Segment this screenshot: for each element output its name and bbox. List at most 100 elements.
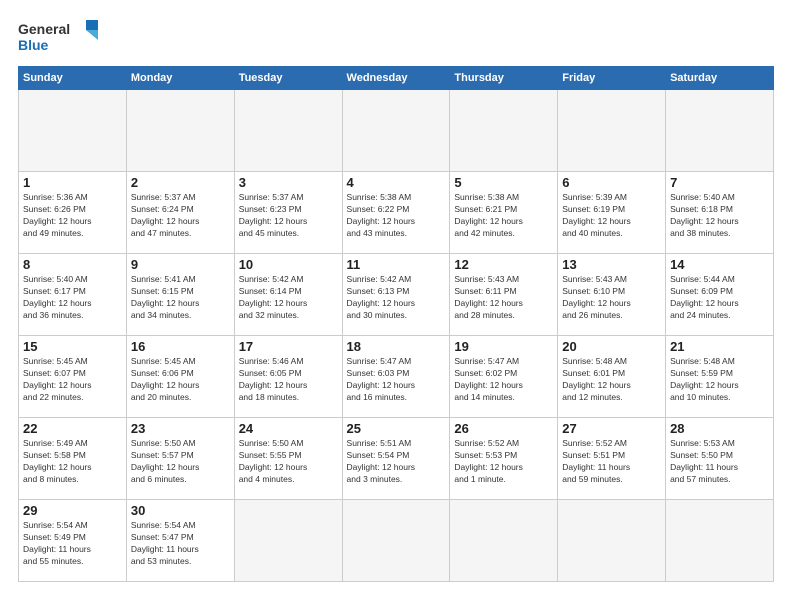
day-number: 3: [239, 175, 338, 190]
day-cell: [666, 500, 774, 582]
day-number: 23: [131, 421, 230, 436]
week-row-2: 8Sunrise: 5:40 AM Sunset: 6:17 PM Daylig…: [19, 254, 774, 336]
day-number: 1: [23, 175, 122, 190]
col-thursday: Thursday: [450, 67, 558, 90]
day-number: 4: [347, 175, 446, 190]
day-cell: 16 Sunrise: 5:45 AM Sunset: 6:06 PM Dayli…: [126, 336, 234, 418]
day-info: Sunrise: 5:41 AM Sunset: 6:15 PM Dayligh…: [131, 274, 230, 322]
svg-text:General: General: [18, 21, 70, 37]
day-info: Sunrise: 5:54 AM Sunset: 5:49 PM Dayligh…: [23, 520, 122, 568]
day-number: 11: [347, 257, 446, 272]
day-info: Sunrise: 5:49 AM Sunset: 5:58 PM Dayligh…: [23, 438, 122, 486]
day-cell: 25 Sunrise: 5:51 AM Sunset: 5:54 PM Dayli…: [342, 418, 450, 500]
week-row-3: 15Sunrise: 5:45 AM Sunset: 6:07 PM Dayli…: [19, 336, 774, 418]
day-number: 13: [562, 257, 661, 272]
col-friday: Friday: [558, 67, 666, 90]
week-row-5: 29 Sunrise: 5:54 AM Sunset: 5:49 PM Dayli…: [19, 500, 774, 582]
day-info: Sunrise: 5:43 AM Sunset: 6:11 PM Dayligh…: [454, 274, 553, 322]
day-number: 5: [454, 175, 553, 190]
day-info: Sunrise: 5:50 AM Sunset: 5:57 PM Dayligh…: [131, 438, 230, 486]
day-number: 21: [670, 339, 769, 354]
day-cell: 28 Sunrise: 5:53 AM Sunset: 5:50 PM Dayli…: [666, 418, 774, 500]
day-cell: 22 Sunrise: 5:49 AM Sunset: 5:58 PM Dayli…: [19, 418, 127, 500]
day-number: 14: [670, 257, 769, 272]
day-cell: [126, 90, 234, 172]
day-info: Sunrise: 5:40 AM Sunset: 6:18 PM Dayligh…: [670, 192, 769, 240]
day-info: Sunrise: 5:39 AM Sunset: 6:19 PM Dayligh…: [562, 192, 661, 240]
logo: GeneralBlue: [18, 18, 108, 56]
day-cell: 17 Sunrise: 5:46 AM Sunset: 6:05 PM Dayli…: [234, 336, 342, 418]
day-cell: [450, 500, 558, 582]
day-cell: 20 Sunrise: 5:48 AM Sunset: 6:01 PM Dayli…: [558, 336, 666, 418]
day-number: 22: [23, 421, 122, 436]
day-number: 25: [347, 421, 446, 436]
day-info: Sunrise: 5:44 AM Sunset: 6:09 PM Dayligh…: [670, 274, 769, 322]
day-cell: [666, 90, 774, 172]
day-number: 6: [562, 175, 661, 190]
day-number: 7: [670, 175, 769, 190]
day-info: Sunrise: 5:52 AM Sunset: 5:51 PM Dayligh…: [562, 438, 661, 486]
day-info: Sunrise: 5:54 AM Sunset: 5:47 PM Dayligh…: [131, 520, 230, 568]
day-number: 18: [347, 339, 446, 354]
day-number: 2: [131, 175, 230, 190]
day-cell: 5Sunrise: 5:38 AM Sunset: 6:21 PM Daylig…: [450, 172, 558, 254]
day-number: 16: [131, 339, 230, 354]
col-saturday: Saturday: [666, 67, 774, 90]
day-cell: 1Sunrise: 5:36 AM Sunset: 6:26 PM Daylig…: [19, 172, 127, 254]
col-monday: Monday: [126, 67, 234, 90]
day-number: 17: [239, 339, 338, 354]
week-row-1: 1Sunrise: 5:36 AM Sunset: 6:26 PM Daylig…: [19, 172, 774, 254]
day-cell: 15Sunrise: 5:45 AM Sunset: 6:07 PM Dayli…: [19, 336, 127, 418]
day-info: Sunrise: 5:46 AM Sunset: 6:05 PM Dayligh…: [239, 356, 338, 404]
day-cell: 7 Sunrise: 5:40 AM Sunset: 6:18 PM Daylig…: [666, 172, 774, 254]
day-info: Sunrise: 5:48 AM Sunset: 6:01 PM Dayligh…: [562, 356, 661, 404]
day-info: Sunrise: 5:47 AM Sunset: 6:02 PM Dayligh…: [454, 356, 553, 404]
day-number: 24: [239, 421, 338, 436]
calendar-page: GeneralBlue Sunday Monday Tuesday Wednes…: [0, 0, 792, 612]
day-cell: [234, 500, 342, 582]
day-cell: 10 Sunrise: 5:42 AM Sunset: 6:14 PM Dayli…: [234, 254, 342, 336]
day-info: Sunrise: 5:51 AM Sunset: 5:54 PM Dayligh…: [347, 438, 446, 486]
day-cell: 9Sunrise: 5:41 AM Sunset: 6:15 PM Daylig…: [126, 254, 234, 336]
day-cell: [342, 90, 450, 172]
day-info: Sunrise: 5:38 AM Sunset: 6:22 PM Dayligh…: [347, 192, 446, 240]
col-tuesday: Tuesday: [234, 67, 342, 90]
day-number: 12: [454, 257, 553, 272]
day-number: 28: [670, 421, 769, 436]
day-cell: [558, 500, 666, 582]
day-cell: 18 Sunrise: 5:47 AM Sunset: 6:03 PM Dayli…: [342, 336, 450, 418]
day-cell: 11 Sunrise: 5:42 AM Sunset: 6:13 PM Dayli…: [342, 254, 450, 336]
day-cell: 24 Sunrise: 5:50 AM Sunset: 5:55 PM Dayli…: [234, 418, 342, 500]
week-row-0: [19, 90, 774, 172]
day-cell: 23 Sunrise: 5:50 AM Sunset: 5:57 PM Dayli…: [126, 418, 234, 500]
day-cell: 12 Sunrise: 5:43 AM Sunset: 6:11 PM Dayli…: [450, 254, 558, 336]
day-info: Sunrise: 5:43 AM Sunset: 6:10 PM Dayligh…: [562, 274, 661, 322]
day-info: Sunrise: 5:45 AM Sunset: 6:06 PM Dayligh…: [131, 356, 230, 404]
day-number: 20: [562, 339, 661, 354]
day-number: 27: [562, 421, 661, 436]
day-number: 15: [23, 339, 122, 354]
day-info: Sunrise: 5:50 AM Sunset: 5:55 PM Dayligh…: [239, 438, 338, 486]
day-info: Sunrise: 5:53 AM Sunset: 5:50 PM Dayligh…: [670, 438, 769, 486]
day-number: 10: [239, 257, 338, 272]
day-cell: 8Sunrise: 5:40 AM Sunset: 6:17 PM Daylig…: [19, 254, 127, 336]
day-info: Sunrise: 5:42 AM Sunset: 6:14 PM Dayligh…: [239, 274, 338, 322]
day-cell: 30Sunrise: 5:54 AM Sunset: 5:47 PM Dayli…: [126, 500, 234, 582]
day-cell: 14 Sunrise: 5:44 AM Sunset: 6:09 PM Dayli…: [666, 254, 774, 336]
day-cell: [234, 90, 342, 172]
day-number: 29: [23, 503, 122, 518]
day-cell: [342, 500, 450, 582]
day-cell: [450, 90, 558, 172]
day-cell: 13 Sunrise: 5:43 AM Sunset: 6:10 PM Dayli…: [558, 254, 666, 336]
day-info: Sunrise: 5:42 AM Sunset: 6:13 PM Dayligh…: [347, 274, 446, 322]
day-cell: 27 Sunrise: 5:52 AM Sunset: 5:51 PM Dayli…: [558, 418, 666, 500]
calendar-table: Sunday Monday Tuesday Wednesday Thursday…: [18, 66, 774, 582]
day-info: Sunrise: 5:37 AM Sunset: 6:23 PM Dayligh…: [239, 192, 338, 240]
day-info: Sunrise: 5:47 AM Sunset: 6:03 PM Dayligh…: [347, 356, 446, 404]
day-number: 19: [454, 339, 553, 354]
svg-text:Blue: Blue: [18, 37, 49, 53]
day-cell: 4 Sunrise: 5:38 AM Sunset: 6:22 PM Daylig…: [342, 172, 450, 254]
day-info: Sunrise: 5:48 AM Sunset: 5:59 PM Dayligh…: [670, 356, 769, 404]
day-cell: 2Sunrise: 5:37 AM Sunset: 6:24 PM Daylig…: [126, 172, 234, 254]
week-row-4: 22 Sunrise: 5:49 AM Sunset: 5:58 PM Dayli…: [19, 418, 774, 500]
